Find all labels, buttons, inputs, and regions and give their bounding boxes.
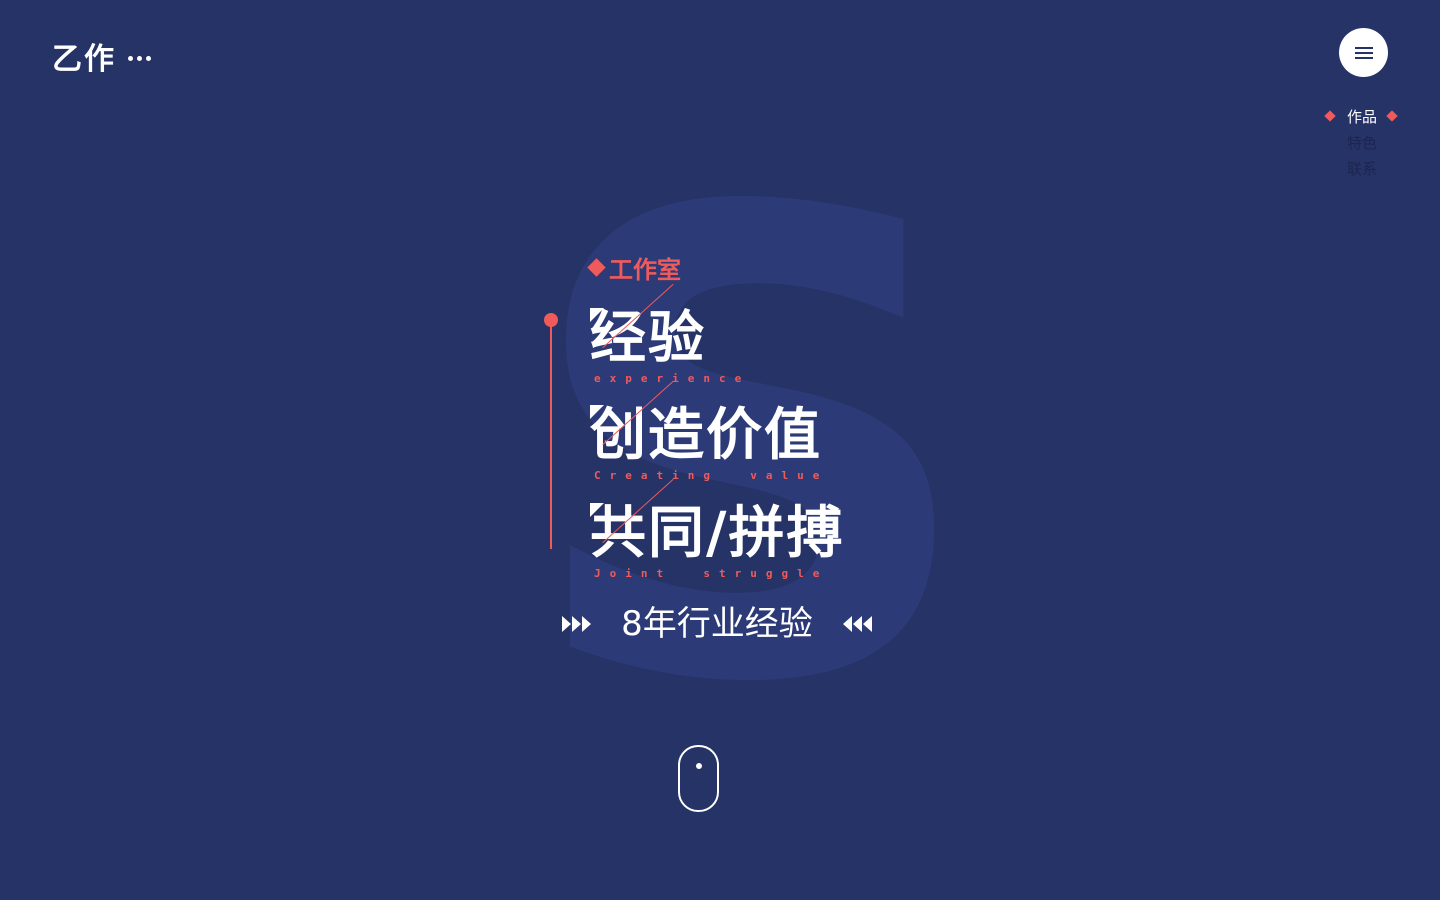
slogan-text: 共同/拼搏 [590,501,845,566]
nav-item-works[interactable]: 作品 [1320,104,1404,130]
logo[interactable]: 乙作 [52,34,151,78]
slogan-subtitle: Creating value [594,469,829,482]
hamburger-menu-icon [1354,46,1373,59]
triple-chevron-left-icon [842,616,872,632]
years-text: 8年行业经验 [621,604,813,644]
slogan-text: 经验 [590,306,706,371]
nav-item-label: 特色 [1346,134,1377,152]
ellipsis-icon [128,55,151,61]
timeline-line [550,325,552,549]
slogan-creating-value: 创造价值 Creating value [590,380,829,483]
logo-text: 乙作 [52,42,116,77]
slogan-title: 经验 [590,283,750,371]
slogan-title: 创造价值 [590,380,828,468]
diamond-icon [587,258,606,277]
corner-triangle-icon [590,405,604,419]
timeline-decoration [544,313,558,553]
mouse-wheel [696,763,702,769]
mouse-scroll-icon[interactable] [678,745,719,812]
menu-button[interactable] [1339,28,1388,77]
nav-item-label: 联系 [1346,160,1377,178]
nav-item-contact[interactable]: 联系 [1320,156,1404,182]
slogan-title: 共同/拼搏 [590,478,845,566]
diamond-icon [1324,110,1336,122]
slogan-text: 创造价值 [590,403,822,468]
diamond-icon [1386,110,1398,122]
corner-triangle-icon [590,308,604,322]
slogan-joint-struggle: 共同/拼搏 Joint struggle [590,478,845,581]
hero-tag-label: 工作室 [609,256,681,284]
slogan-experience: 经验 experience [590,283,751,386]
slogan-subtitle: Joint struggle [594,567,829,580]
slogan-subtitle: experience [594,372,751,385]
triple-chevron-right-icon [562,616,591,632]
side-nav: 作品 特色 联系 [1320,104,1404,182]
years-experience: 8年行业经验 [562,600,872,648]
nav-item-features[interactable]: 特色 [1320,130,1404,156]
page: S 乙作 作品 特色 联系 工作室 经验 experience 创造价值 Cre… [0,0,1440,900]
hero-tag: 工作室 [587,250,681,285]
corner-triangle-icon [590,503,604,517]
nav-item-label: 作品 [1346,108,1377,126]
